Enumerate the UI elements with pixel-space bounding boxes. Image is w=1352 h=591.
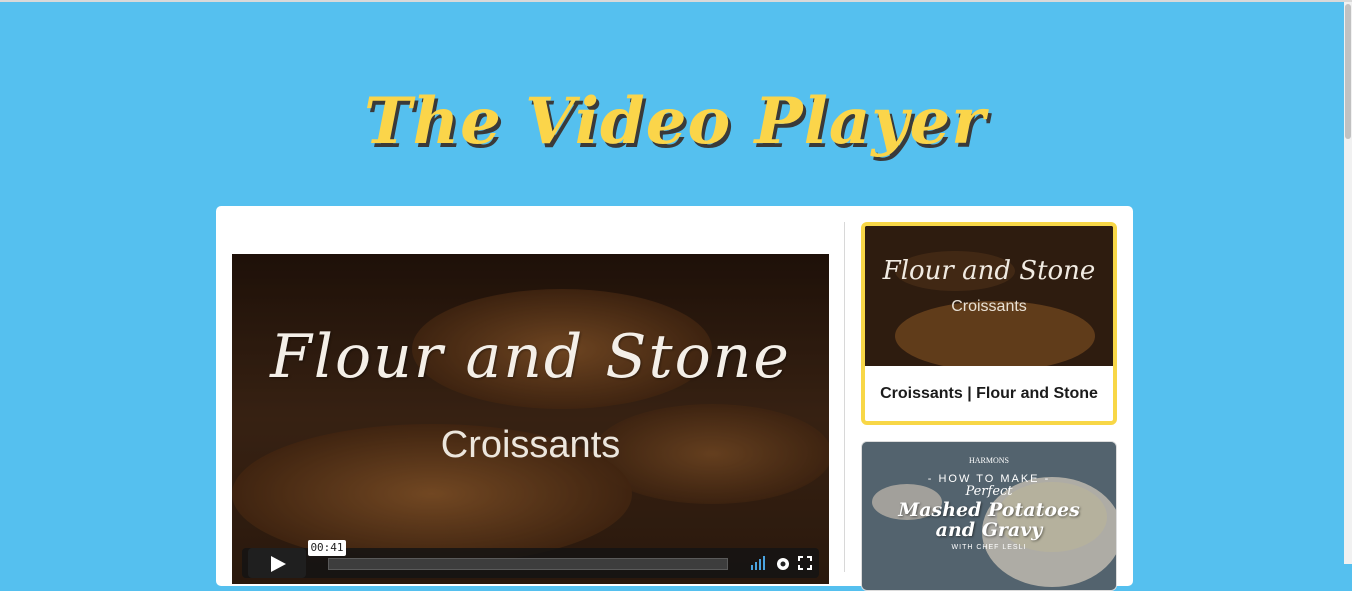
chef-label: WITH CHEF LESLI (951, 544, 1027, 551)
video-player[interactable]: Flour and Stone Croissants 00:41 (232, 254, 829, 584)
thumb-main-title: Mashed Potatoes and Gravy (862, 500, 1116, 540)
volume-icon[interactable] (750, 556, 766, 570)
divider (844, 222, 845, 572)
play-icon (271, 556, 286, 572)
brand-label: HARMONS (968, 456, 1009, 465)
scrollbar-thumb[interactable] (1345, 4, 1351, 139)
video-frame (232, 254, 829, 584)
playlist-item-croissants[interactable]: Flour and Stone Croissants Croissants | … (861, 222, 1117, 425)
fullscreen-icon[interactable] (798, 556, 812, 570)
play-button[interactable] (248, 548, 306, 578)
thumb-main-line-2: and Gravy (935, 519, 1043, 541)
thumb-script-title: Flour and Stone (882, 256, 1096, 286)
thumb-main-line-1: Mashed Potatoes (898, 499, 1080, 521)
time-tooltip: 00:41 (308, 540, 346, 556)
page-title: The Video Player (364, 84, 986, 159)
playlist-item-mashed-potatoes[interactable]: HARMONS - HOW TO MAKE - Perfect Mashed P… (861, 441, 1117, 591)
page-scrollbar[interactable] (1344, 2, 1352, 564)
video-script-title: Flour and Stone (270, 322, 791, 392)
settings-icon[interactable] (775, 556, 791, 572)
thumbnail-mashed-potatoes: HARMONS - HOW TO MAKE - Perfect Mashed P… (862, 442, 1116, 590)
thumbnail-image (865, 226, 1113, 366)
video-subtitle: Croissants (440, 424, 621, 466)
thumbnail-croissants: Flour and Stone Croissants (865, 226, 1113, 366)
perfect-label: Perfect (965, 484, 1013, 499)
thumb-subtitle: Croissants (951, 298, 1027, 315)
content-card: Flour and Stone Croissants 00:41 Flour a… (216, 206, 1133, 591)
playlist-item-title: Croissants | Flour and Stone (880, 385, 1098, 402)
top-border (0, 0, 1352, 2)
progress-bar[interactable] (328, 558, 728, 570)
